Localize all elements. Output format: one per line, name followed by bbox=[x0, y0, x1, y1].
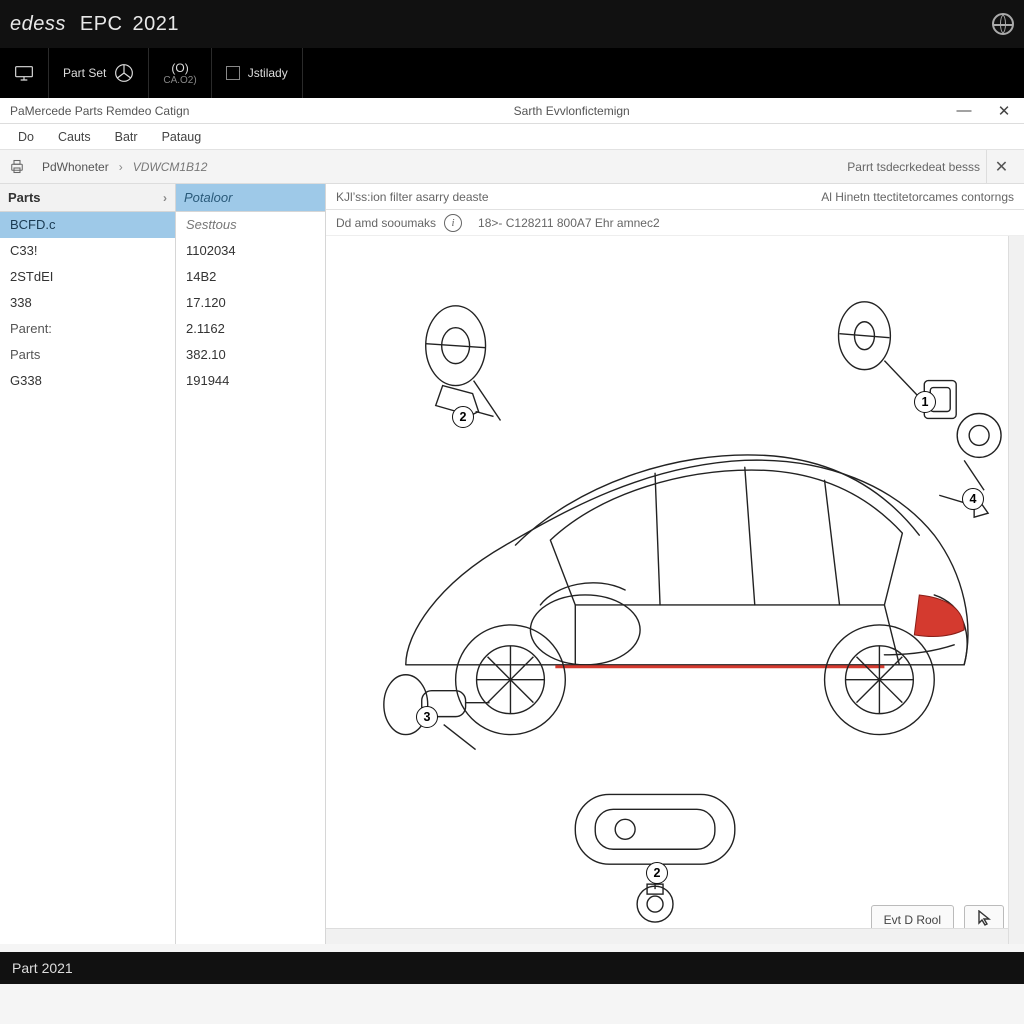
parts-list: BCFD.c C33! 2STdEI 338 Parent: Parts G33… bbox=[0, 212, 175, 394]
breadcrumb-right-text: Parrt tsdecrkedeat besss bbox=[847, 160, 986, 174]
taskbar-text: Part 2021 bbox=[12, 960, 73, 976]
main-split: Parts › BCFD.c C33! 2STdEI 338 Parent: P… bbox=[0, 184, 1024, 944]
window-title-left: PaMercede Parts Remdeo Catign bbox=[0, 104, 199, 118]
chevron-right-icon: › bbox=[163, 191, 167, 205]
info-icon[interactable]: i bbox=[444, 214, 462, 232]
chevron-right-icon: › bbox=[117, 160, 125, 174]
callout-2a[interactable]: 2 bbox=[452, 406, 474, 428]
list-item[interactable]: BCFD.c bbox=[0, 212, 175, 238]
list-item[interactable]: 338 bbox=[0, 290, 175, 316]
diagram-right-top: Al Hinetn ttectitetorcames contorngs bbox=[821, 190, 1014, 204]
numbers-column-title: Potaloor bbox=[184, 190, 232, 205]
numbers-column-header[interactable]: Potaloor bbox=[176, 184, 325, 212]
numbers-list: Sesttous 1102034 14B2 17.120 2.1162 382.… bbox=[176, 212, 325, 394]
window-minimize-button[interactable]: — bbox=[944, 98, 984, 124]
menu-item[interactable]: Cauts bbox=[48, 128, 101, 146]
numbers-column: Potaloor Sesttous 1102034 14B2 17.120 2.… bbox=[176, 184, 326, 944]
toolbar-check-button[interactable]: Jstilady bbox=[212, 48, 303, 98]
toolbar-catalog-button[interactable]: (O) CA.O2) bbox=[149, 48, 211, 98]
breadcrumb-item[interactable]: PdWhoneter bbox=[34, 160, 117, 174]
taskbar: Part 2021 bbox=[0, 952, 1024, 984]
callout-2b[interactable]: 2 bbox=[646, 862, 668, 884]
product-year: 2021 bbox=[133, 13, 180, 36]
checkbox-icon bbox=[226, 66, 240, 80]
app-bar: edess EPC 2021 bbox=[0, 0, 1024, 48]
diagram-subheader: Dd amd sooumaks i 18>- C128211 800A7 Ehr… bbox=[326, 210, 1024, 236]
diagram-header: KJl’ss:ion filter asarry deaste Al Hinet… bbox=[326, 184, 1024, 210]
parts-column-title: Parts bbox=[8, 190, 41, 205]
parts-column-header[interactable]: Parts › bbox=[0, 184, 175, 212]
list-item[interactable]: 382.10 bbox=[176, 342, 325, 368]
list-item[interactable]: 2.1162 bbox=[176, 316, 325, 342]
diagram-canvas[interactable]: 2 1 4 3 2 Evt D Rool bbox=[326, 236, 1024, 944]
callout-1[interactable]: 1 bbox=[914, 391, 936, 413]
diagram-panel: KJl’ss:ion filter asarry deaste Al Hinet… bbox=[326, 184, 1024, 944]
window-title-center: Sarth Evvlonfictemign bbox=[199, 104, 944, 118]
toolbar-partset-button[interactable]: Part Set bbox=[49, 48, 149, 98]
list-item: Parent: bbox=[0, 316, 175, 342]
breadcrumb-bar: PdWhoneter › VDWCM1B12 Parrt tsdecrkedea… bbox=[0, 150, 1024, 184]
cursor-icon bbox=[977, 910, 991, 929]
brand-text: edess bbox=[10, 13, 80, 36]
list-item[interactable]: 2STdEI bbox=[0, 264, 175, 290]
list-item[interactable]: 191944 bbox=[176, 368, 325, 394]
menu-bar: Do Cauts Batr Pataug bbox=[0, 124, 1024, 150]
diagram-action-label: Evt D Rool bbox=[884, 913, 941, 927]
mercedes-star-icon bbox=[114, 64, 134, 82]
callout-3[interactable]: 3 bbox=[416, 706, 438, 728]
list-item[interactable]: C33! bbox=[0, 238, 175, 264]
main-toolbar: Part Set (O) CA.O2) Jstilady bbox=[0, 48, 1024, 98]
list-item[interactable]: G338 bbox=[0, 368, 175, 394]
list-item[interactable]: 14B2 bbox=[176, 264, 325, 290]
breadcrumb-close-button[interactable]: ✕ bbox=[986, 150, 1016, 183]
product-name: EPC bbox=[80, 13, 133, 36]
toolbar-monitor-button[interactable] bbox=[0, 48, 49, 98]
list-item[interactable]: Sesttous bbox=[176, 212, 325, 238]
toolbar-check-label: Jstilady bbox=[248, 66, 288, 80]
car-illustration bbox=[326, 236, 1024, 934]
window-close-button[interactable]: ✕ bbox=[984, 98, 1024, 124]
list-item: Parts bbox=[0, 342, 175, 368]
diagram-title: KJl’ss:ion filter asarry deaste bbox=[336, 190, 489, 204]
list-item[interactable]: 1102034 bbox=[176, 238, 325, 264]
horizontal-scrollbar[interactable] bbox=[326, 928, 1008, 944]
list-item[interactable]: 17.120 bbox=[176, 290, 325, 316]
parts-tree-column: Parts › BCFD.c C33! 2STdEI 338 Parent: P… bbox=[0, 184, 176, 944]
diagram-right-sub: 18>- C128211 800A7 Ehr amnec2 bbox=[478, 216, 660, 230]
monitor-icon bbox=[14, 64, 34, 82]
printer-icon[interactable] bbox=[8, 159, 26, 175]
window-titlebar: PaMercede Parts Remdeo Catign Sarth Evvl… bbox=[0, 98, 1024, 124]
vin-text: VDWCM1B12 bbox=[125, 160, 216, 174]
menu-item[interactable]: Pataug bbox=[152, 128, 212, 146]
toolbar-catalog-sublabel: CA.O2) bbox=[163, 75, 196, 86]
callout-4[interactable]: 4 bbox=[962, 488, 984, 510]
toolbar-catalog-label: (O) bbox=[171, 61, 188, 75]
menu-item[interactable]: Batr bbox=[105, 128, 148, 146]
vertical-scrollbar[interactable] bbox=[1008, 236, 1024, 944]
diagram-sub-label: Dd amd sooumaks bbox=[336, 216, 436, 230]
toolbar-partset-label: Part Set bbox=[63, 66, 106, 80]
menu-item[interactable]: Do bbox=[8, 128, 44, 146]
globe-icon[interactable] bbox=[992, 13, 1014, 35]
